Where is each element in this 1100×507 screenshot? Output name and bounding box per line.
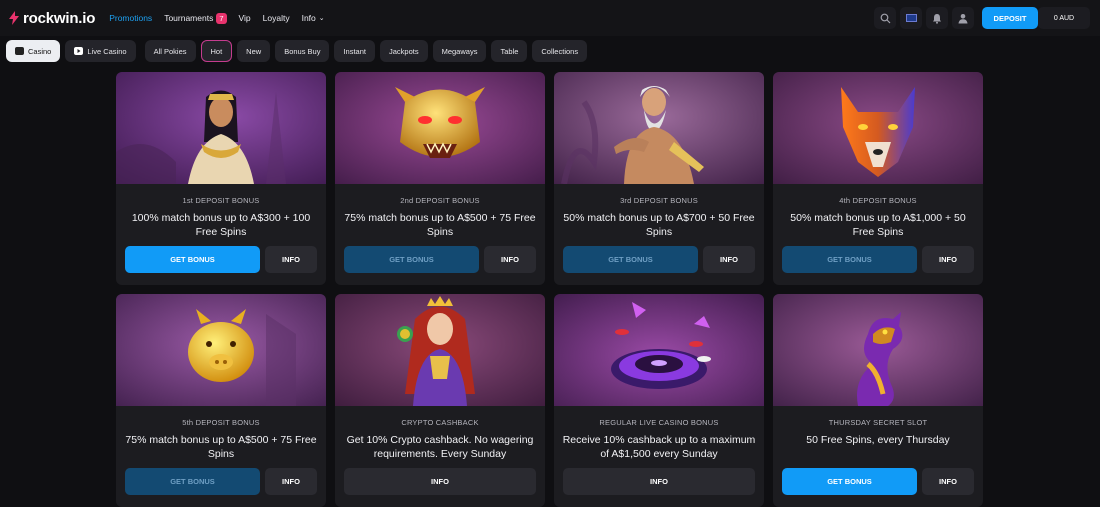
promo-description: 50% match bonus up to A$700 + 50 Free Sp… [563,212,755,238]
nav-promotions[interactable]: Promotions [109,13,152,23]
info-button[interactable]: INFO [344,468,536,495]
info-button[interactable]: INFO [703,246,755,273]
category-collections[interactable]: Collections [532,40,588,62]
category-all-pokies[interactable]: All Pokies [144,40,196,62]
category-label: Instant [343,46,366,56]
promo-description: 50 Free Spins, every Thursday [806,434,950,446]
dragon-mask-artwork [335,72,545,184]
category-label: Casino [28,46,52,56]
deposit-button[interactable]: DEPOSIT [982,7,1038,29]
category-label: All Pokies [153,46,187,56]
promo-card: CRYPTO CASHBACK Get 10% Crypto cashback.… [335,294,545,507]
nav-loyalty[interactable]: Loyalty [263,13,290,23]
get-bonus-button[interactable]: GET BONUS [782,468,917,495]
promo-card: REGULAR LIVE CASINO BONUS Receive 10% ca… [554,294,764,507]
promo-title: 4th DEPOSIT BONUS [839,196,917,205]
queen-artwork [335,294,545,406]
live-play-icon [74,47,84,55]
promo-title: CRYPTO CASHBACK [401,418,479,427]
promo-card: 2nd DEPOSIT BONUS 75% match bonus up to … [335,72,545,285]
nav-info-label: Info [301,13,316,23]
bell-icon [933,13,941,24]
get-bonus-button[interactable]: GET BONUS [125,246,260,273]
brand-logo[interactable]: rockwin.io [9,10,95,27]
promo-card: 3rd DEPOSIT BONUS 50% match bonus up to … [554,72,764,285]
top-navigation-bar: rockwin.io Promotions Tournaments 7 Vip L… [0,0,1100,36]
search-button[interactable] [874,7,896,29]
category-instant[interactable]: Instant [334,40,375,62]
promo-title: 1st DEPOSIT BONUS [182,196,260,205]
category-live-casino[interactable]: Live Casino [65,40,136,62]
get-bonus-button[interactable]: GET BONUS [125,468,260,495]
promo-description: 50% match bonus up to A$1,000 + 50 Free … [790,212,966,238]
info-button[interactable]: INFO [265,468,317,495]
category-megaways[interactable]: Megaways [432,40,487,62]
category-bar: Casino Live Casino All Pokies Hot New Bo… [6,40,588,62]
get-bonus-button[interactable]: GET BONUS [782,246,917,273]
balance-display[interactable]: 0 AUD [1038,7,1090,29]
promo-description: Get 10% Crypto cashback. No wagering req… [346,434,534,460]
nav-tournaments[interactable]: Tournaments 7 [164,12,227,24]
category-label: Megaways [441,46,478,56]
category-label: Collections [541,46,579,56]
promo-card: 4th DEPOSIT BONUS 50% match bonus up to … [773,72,983,285]
casino-icon [15,47,24,55]
category-jackpots[interactable]: Jackpots [379,40,428,62]
nav-info[interactable]: Info ⌄ [302,13,325,23]
category-bonus-buy[interactable]: Bonus Buy [275,40,330,62]
cleopatra-artwork [116,72,326,184]
brand-name: rockwin.io [23,9,96,27]
piggy-bank-artwork [116,294,326,406]
category-label: New [246,46,262,56]
language-button[interactable] [900,7,922,29]
purple-dragon-artwork [773,294,983,406]
promo-card: 1st DEPOSIT BONUS 100% match bonus up to… [116,72,326,285]
info-button[interactable]: INFO [922,246,974,273]
main-nav: Promotions Tournaments 7 Vip Loyalty Info… [109,12,325,24]
category-label: Bonus Buy [284,46,321,56]
info-button[interactable]: INFO [922,468,974,495]
promo-title: THURSDAY SECRET SLOT [828,418,928,427]
category-table[interactable]: Table [491,40,528,62]
nav-vip[interactable]: Vip [239,13,251,23]
info-button[interactable]: INFO [484,246,536,273]
promo-title: REGULAR LIVE CASINO BONUS [599,418,719,427]
flag-icon [905,14,917,22]
profile-button[interactable] [952,7,974,29]
get-bonus-button[interactable]: GET BONUS [563,246,698,273]
user-icon [958,13,968,23]
search-icon [880,13,890,23]
wolf-artwork [773,72,983,184]
category-hot[interactable]: Hot [200,40,233,62]
nav-tournaments-label: Tournaments [164,13,214,23]
promo-card: THURSDAY SECRET SLOT 50 Free Spins, ever… [773,294,983,507]
roulette-artwork [554,294,764,406]
promo-description: 75% match bonus up to A$500 + 75 Free Sp… [125,434,317,460]
category-new[interactable]: New [237,40,271,62]
nav-promotions-label: Promotions [109,13,153,23]
promo-description: 100% match bonus up to A$300 + 100 Free … [131,212,311,238]
category-label: Live Casino [87,46,127,56]
notifications-button[interactable] [926,7,948,29]
promo-title: 3rd DEPOSIT BONUS [620,196,698,205]
chevron-down-icon: ⌄ [318,15,325,22]
promo-card: 5th DEPOSIT BONUS 75% match bonus up to … [116,294,326,507]
category-label: Hot [210,46,223,56]
category-label: Table [500,46,519,56]
header-actions: DEPOSIT 0 AUD [874,7,1090,29]
nav-loyalty-label: Loyalty [262,13,290,23]
promo-description: 75% match bonus up to A$500 + 75 Free Sp… [344,212,536,238]
category-casino[interactable]: Casino [6,40,61,62]
promo-description: Receive 10% cashback up to a maximum of … [562,434,756,460]
category-label: Jackpots [388,46,419,56]
nav-vip-label: Vip [238,13,251,23]
get-bonus-button[interactable]: GET BONUS [344,246,479,273]
info-button[interactable]: INFO [563,468,755,495]
zeus-artwork [554,72,764,184]
info-button[interactable]: INFO [265,246,317,273]
tournaments-count-badge: 7 [216,12,227,24]
promo-title: 5th DEPOSIT BONUS [182,418,260,427]
bolt-logo-icon [9,11,19,25]
promo-title: 2nd DEPOSIT BONUS [400,196,480,205]
